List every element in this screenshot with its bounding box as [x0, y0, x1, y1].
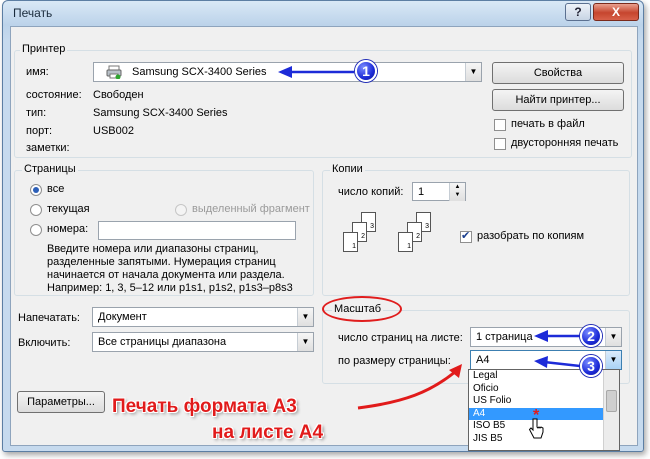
step-badge-3: 3	[580, 355, 602, 377]
annotation-arrows	[278, 66, 581, 410]
callout-text-line2: на листе А4	[212, 422, 324, 443]
step-badge-2: 2	[580, 325, 602, 347]
step-badge-1: 1	[355, 60, 377, 82]
callout-text-line1: Печать формата А3	[112, 396, 297, 417]
